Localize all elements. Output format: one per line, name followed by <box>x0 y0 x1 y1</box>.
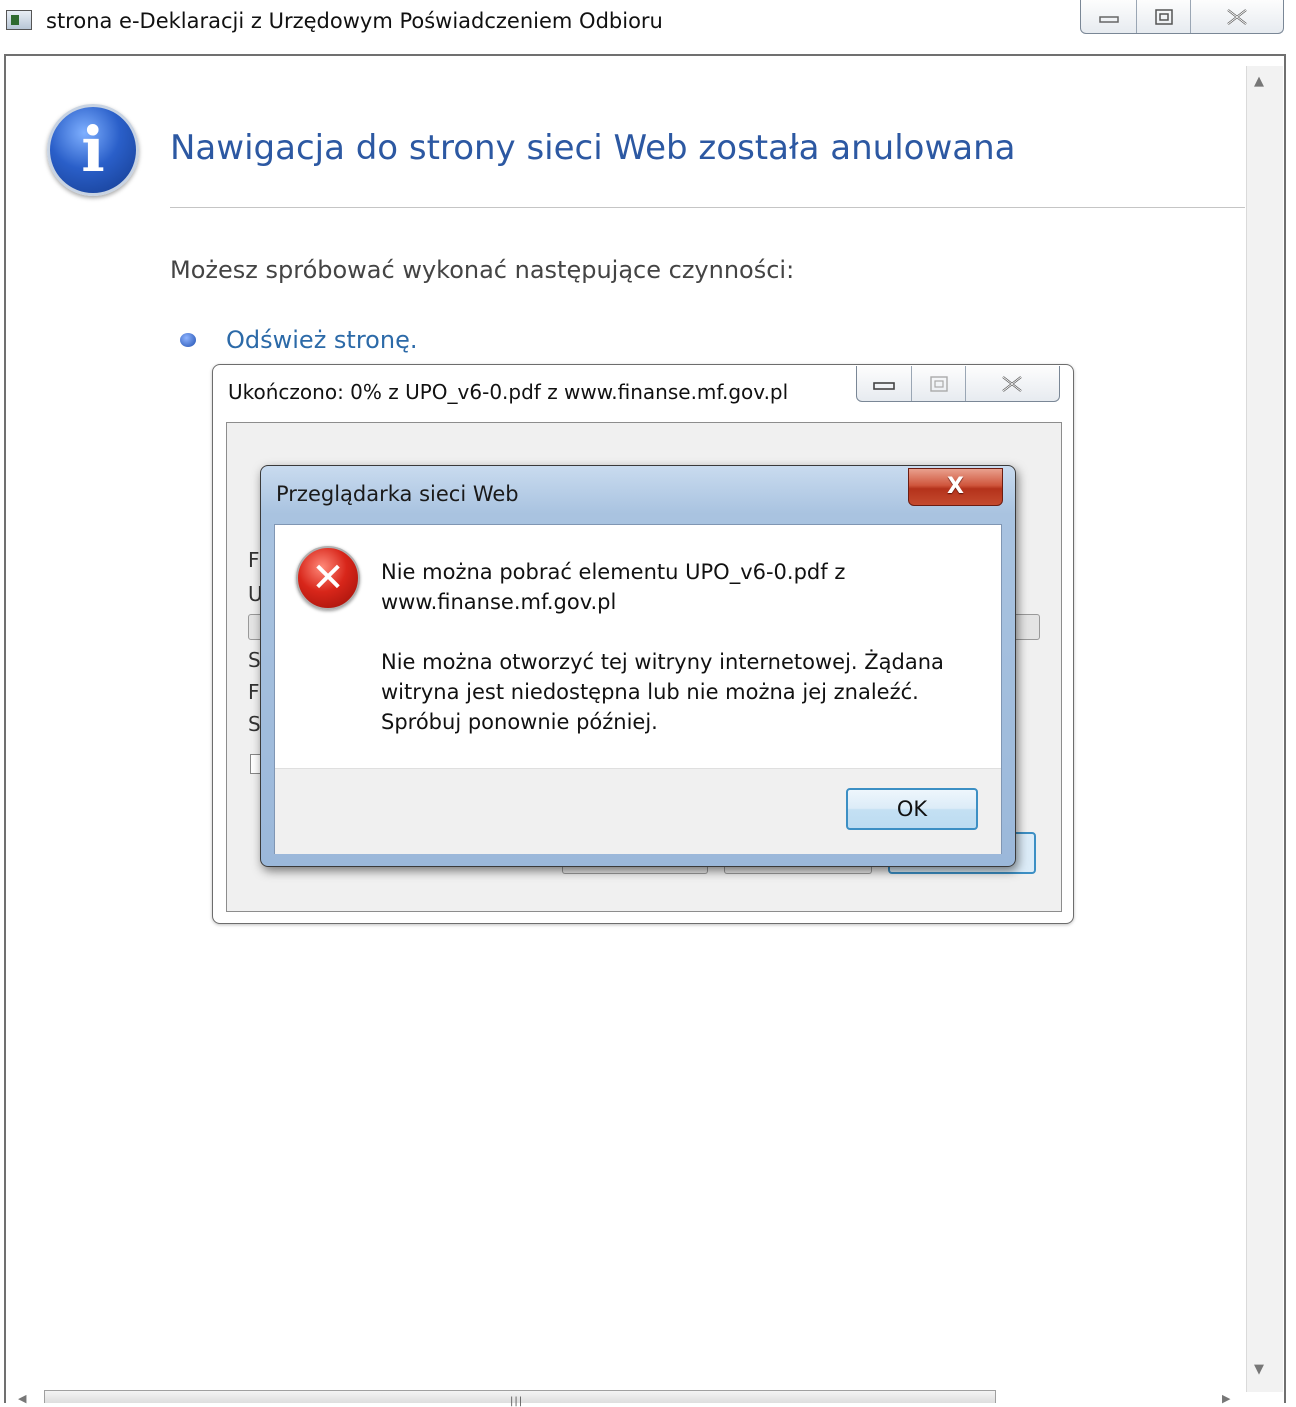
download-minimize-button[interactable] <box>857 366 913 401</box>
error-detail-line: witryna jest niedostępna lub nie można j… <box>381 680 919 704</box>
main-minimize-button[interactable] <box>1081 0 1137 33</box>
minimize-icon <box>1098 15 1119 23</box>
info-icon: i <box>47 104 139 196</box>
error-dialog-title: Przeglądarka sieci Web <box>276 482 519 506</box>
scroll-left-arrow-icon[interactable]: ◀ <box>18 1392 26 1405</box>
close-icon: X <box>947 474 964 499</box>
error-detail-line: Nie można otworzyć tej witryny interneto… <box>381 650 944 674</box>
scroll-up-arrow-icon[interactable]: ▲ <box>1254 74 1264 89</box>
scroll-down-arrow-icon[interactable]: ▼ <box>1254 1362 1264 1377</box>
main-close-button[interactable] <box>1191 0 1283 33</box>
refresh-page-link[interactable]: Odśwież stronę. <box>226 326 417 354</box>
main-restore-button[interactable] <box>1137 0 1191 33</box>
error-close-button[interactable]: X <box>908 468 1003 506</box>
error-message-line: Nie można pobrać elementu UPO_v6-0.pdf z <box>381 560 846 584</box>
main-window-title: strona e-Deklaracji z Urzędowym Poświadc… <box>46 9 663 33</box>
download-dialog-title: Ukończono: 0% z UPO_v6-0.pdf z www.finan… <box>228 380 789 404</box>
download-caption-buttons <box>856 366 1060 402</box>
partial-label: F <box>248 680 260 704</box>
download-maximize-button[interactable] <box>912 366 966 401</box>
maximize-icon <box>929 375 948 392</box>
bullet-icon <box>180 333 196 347</box>
close-icon <box>1002 375 1023 392</box>
error-detail-line: Spróbuj ponownie później. <box>381 710 658 734</box>
suggestion-text: Możesz spróbować wykonać następujące czy… <box>170 256 795 284</box>
vertical-scrollbar[interactable] <box>1246 66 1283 1392</box>
error-icon: ✕ <box>296 546 360 610</box>
browser-page-icon <box>6 10 32 30</box>
heading-divider <box>170 207 1245 208</box>
partial-label: S <box>248 648 261 672</box>
download-close-button[interactable] <box>966 366 1059 401</box>
ok-button[interactable]: OK <box>846 788 978 830</box>
error-message-line: www.finanse.mf.gov.pl <box>381 590 617 614</box>
main-caption-buttons <box>1080 0 1284 34</box>
partial-label: S <box>248 712 261 736</box>
scroll-right-arrow-icon[interactable]: ▶ <box>1222 1392 1230 1405</box>
minimize-icon <box>873 381 896 390</box>
partial-label: F <box>248 548 260 572</box>
restore-icon <box>1154 8 1173 25</box>
scrollbar-grip-icon: ||| <box>510 1396 524 1407</box>
close-icon <box>1227 8 1247 25</box>
page-title: Nawigacja do strony sieci Web została an… <box>170 128 1016 168</box>
